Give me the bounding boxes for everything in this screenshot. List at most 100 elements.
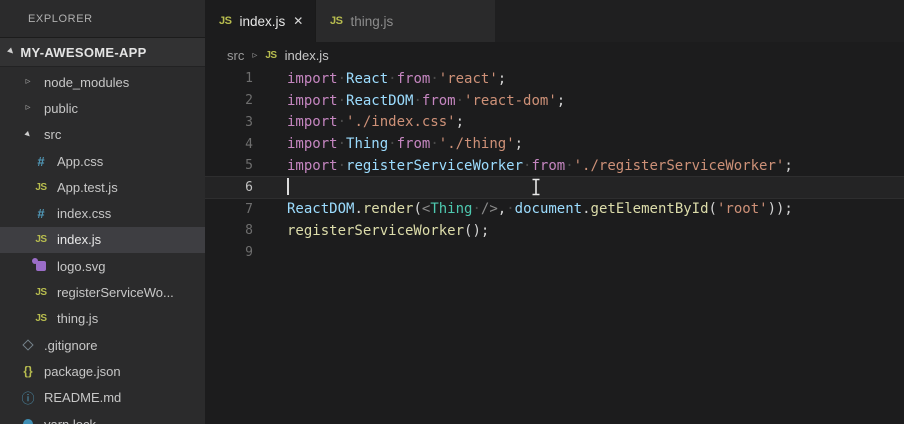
project-root-row[interactable]: ▸ MY-AWESOME-APP bbox=[0, 38, 205, 66]
tree-item-package-json[interactable]: {} package.json bbox=[0, 358, 205, 384]
tree-item-icon-slot: ⓘ bbox=[20, 388, 36, 407]
tree-item-label: index.css bbox=[57, 206, 112, 222]
code-token: getElementById bbox=[590, 201, 709, 218]
lock-icon bbox=[23, 419, 33, 424]
breadcrumb: src ▹ JS index.js bbox=[205, 42, 904, 68]
code-line-8[interactable]: 8 registerServiceWorker(); bbox=[205, 220, 904, 242]
code-token: 'root' bbox=[716, 201, 768, 218]
code-token: Thing bbox=[346, 136, 389, 153]
line-number: 8 bbox=[245, 223, 253, 239]
code-line-4[interactable]: 4 import·Thing·from·'./thing'; bbox=[205, 133, 904, 155]
line-content: import·'./index.css'; bbox=[253, 114, 464, 130]
ibeam-mouse-cursor bbox=[532, 178, 540, 196]
line-number: 6 bbox=[245, 179, 253, 195]
whitespace-dot: · bbox=[455, 92, 465, 109]
tree-item-label: index.js bbox=[57, 232, 102, 248]
line-content: import·Thing·from·'./thing'; bbox=[253, 136, 523, 152]
whitespace-dot: · bbox=[388, 136, 397, 153]
chevron-collapsed-icon: ▹ bbox=[25, 102, 31, 114]
json-braces-icon: {} bbox=[23, 364, 33, 379]
line-number: 7 bbox=[245, 201, 253, 217]
code-editor[interactable]: 1 import·React·from·'react'; 2 import·React… bbox=[205, 68, 904, 263]
code-line-7[interactable]: 7 ReactDOM.render(<Thing·/>,·document.get… bbox=[205, 198, 904, 220]
tree-item-index-js[interactable]: JS index.js bbox=[0, 226, 205, 254]
tree-item-thing-js[interactable]: JS thing.js bbox=[0, 306, 205, 332]
code-token: ReactDOM bbox=[346, 92, 414, 109]
js-icon: JS bbox=[35, 234, 47, 246]
close-icon[interactable]: ✕ bbox=[293, 15, 303, 27]
whitespace-dot: · bbox=[337, 114, 347, 131]
tree-item-public[interactable]: ▹ public bbox=[0, 95, 205, 121]
tree-item-src[interactable]: ▸ src bbox=[0, 122, 205, 148]
breadcrumb-folder[interactable]: src bbox=[227, 48, 244, 63]
tree-item-readme-md[interactable]: ⓘ README.md bbox=[0, 385, 205, 411]
line-number: 1 bbox=[245, 71, 253, 87]
tree-item-label: README.md bbox=[44, 390, 122, 406]
code-token: from bbox=[531, 157, 566, 174]
editor-region: JS index.js ✕ JS thing.js src ▹ JS index… bbox=[205, 0, 904, 424]
tree-item-label: node_modules bbox=[44, 74, 130, 90]
tab-label: index.js bbox=[239, 13, 286, 29]
line-number: 4 bbox=[245, 136, 253, 152]
code-token: from bbox=[396, 136, 431, 153]
code-line-6[interactable]: 6 bbox=[205, 176, 904, 199]
line-number: 9 bbox=[245, 245, 253, 261]
code-token: . bbox=[582, 201, 591, 218]
code-token: import bbox=[287, 70, 338, 87]
tree-item-label: App.css bbox=[57, 153, 104, 169]
code-token: . bbox=[354, 201, 363, 218]
code-token: ; bbox=[455, 114, 465, 131]
breadcrumb-file[interactable]: index.js bbox=[285, 48, 329, 63]
explorer-sidebar: EXPLORER ▸ MY-AWESOME-APP ▹ node_modules ▹… bbox=[0, 0, 205, 424]
tree-item-label: public bbox=[44, 100, 78, 116]
tree-item-label: src bbox=[44, 127, 62, 143]
code-token: React bbox=[346, 70, 389, 87]
tree-item-node-modules[interactable]: ▹ node_modules bbox=[0, 69, 205, 95]
code-line-5[interactable]: 5 import·registerServiceWorker·from·'./re… bbox=[205, 155, 904, 177]
code-token: ReactDOM bbox=[287, 201, 355, 218]
image-icon bbox=[32, 258, 46, 272]
tree-item-logo-svg[interactable]: logo.svg bbox=[0, 253, 205, 279]
code-token: )); bbox=[767, 201, 793, 218]
line-content: import·registerServiceWorker·from·'./reg… bbox=[253, 158, 793, 174]
js-icon: JS bbox=[219, 15, 232, 27]
code-token: ; bbox=[784, 157, 793, 174]
tree-item--gitignore[interactable]: .gitignore bbox=[0, 332, 205, 358]
tab-index-js[interactable]: JS index.js ✕ bbox=[205, 0, 315, 42]
tree-item-index-css[interactable]: # index.css bbox=[0, 200, 205, 226]
tree-item-label: App.test.js bbox=[57, 179, 118, 195]
tree-item-app-css[interactable]: # App.css bbox=[0, 148, 205, 174]
code-line-2[interactable]: 2 import·ReactDOM·from·'react-dom'; bbox=[205, 90, 904, 112]
tree-item-icon-slot: JS bbox=[33, 287, 49, 298]
tree-item-icon-slot: JS bbox=[33, 182, 49, 193]
tree-item-label: yarn.lock bbox=[44, 416, 97, 424]
tree-item-label: .gitignore bbox=[44, 337, 98, 353]
tree-item-label: registerServiceWo... bbox=[57, 285, 174, 301]
tree-item-label: package.json bbox=[44, 363, 121, 379]
whitespace-dot: · bbox=[565, 157, 574, 174]
tab-label: thing.js bbox=[350, 13, 394, 29]
code-token: registerServiceWorker bbox=[346, 157, 524, 174]
tree-item-registerservicewo-[interactable]: JS registerServiceWo... bbox=[0, 279, 205, 305]
tree-item-yarn-lock[interactable]: yarn.lock bbox=[0, 411, 205, 424]
code-token: (); bbox=[464, 222, 490, 239]
whitespace-dot: · bbox=[413, 92, 422, 109]
chevron-collapsed-icon: ▹ bbox=[25, 76, 31, 88]
line-content: import·React·from·'react'; bbox=[253, 71, 506, 87]
code-token: 'react-dom' bbox=[464, 92, 557, 109]
js-icon: JS bbox=[35, 181, 47, 193]
tree-item-icon-slot: ▹ bbox=[20, 103, 36, 113]
code-line-3[interactable]: 3 import·'./index.css'; bbox=[205, 111, 904, 133]
code-token: import bbox=[287, 114, 338, 131]
code-token: import bbox=[287, 157, 338, 174]
line-number: 5 bbox=[245, 158, 253, 174]
code-line-1[interactable]: 1 import·React·from·'react'; bbox=[205, 68, 904, 90]
code-line-9[interactable]: 9 bbox=[205, 242, 904, 264]
code-token: ; bbox=[556, 92, 566, 109]
tree-item-app-test-js[interactable]: JS App.test.js bbox=[0, 174, 205, 200]
line-number: 3 bbox=[245, 114, 253, 130]
code-token: './thing' bbox=[438, 136, 515, 153]
code-token: Thing bbox=[430, 201, 473, 218]
line-content bbox=[253, 177, 289, 195]
tab-thing-js[interactable]: JS thing.js bbox=[315, 0, 495, 42]
